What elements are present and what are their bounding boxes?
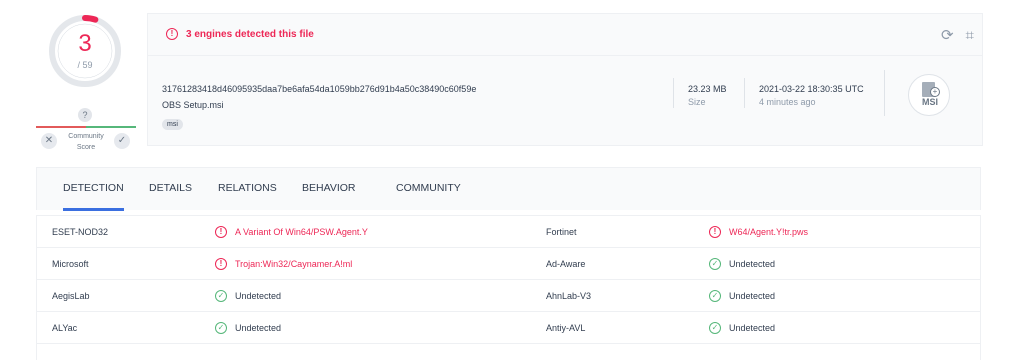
vote-harmless-button[interactable]: ✓ [114,133,130,149]
engine-name: Ad-Aware [546,259,586,269]
undetected-icon: ✓ [709,290,721,302]
engine-result: ✓ Undetected [709,312,775,344]
tab-detection[interactable]: DETECTION [63,168,124,211]
separator [884,70,885,116]
installer-badge-icon: + [930,87,940,97]
table-row: AegisLab ✓ Undetected AhnLab-V3 ✓ Undete… [37,280,980,312]
file-tag[interactable]: msi [162,119,183,130]
engine-name: ALYac [52,323,78,333]
table-row: ESET-NOD32 ! A Variant Of Win64/PSW.Agen… [37,216,980,248]
report-tabs: DETECTION DETAILS RELATIONS BEHAVIOR COM… [36,167,981,211]
file-size-label: Size [688,97,706,107]
graph-icon[interactable]: ⌗ [966,27,974,44]
detection-alert: ! 3 engines detected this file [166,28,314,40]
engine-result: ! Trojan:Win32/Caynamer.A!ml [215,248,352,280]
detections-table: ESET-NOD32 ! A Variant Of Win64/PSW.Agen… [36,215,981,360]
community-score-label: Community Score [68,133,104,151]
community-score-unknown-badge: ? [78,108,92,122]
summary-divider [148,55,982,56]
table-row: Microsoft ! Trojan:Win32/Caynamer.A!ml A… [37,248,980,280]
engine-name: Microsoft [52,259,89,269]
engine-name: ESET-NOD32 [52,227,109,237]
engine-result: ! W64/Agent.Y!tr.pws [709,216,808,248]
tab-relations[interactable]: RELATIONS [218,168,277,211]
community-score-bar [36,126,136,128]
detected-icon: ! [709,226,721,238]
engine-name: AegisLab [52,291,90,301]
vote-malicious-button[interactable]: ✕ [41,133,57,149]
engine-name: Fortinet [546,227,577,237]
summary-toolbar: ⟳ ⌗ [941,26,974,45]
detection-count: 3 [78,30,92,57]
engine-result: ✓ Undetected [709,280,775,312]
table-row: ALYac ✓ Undetected Antiy-AVL ✓ Undetecte… [37,312,980,344]
engine-total: / 59 [77,60,93,70]
undetected-icon: ✓ [709,322,721,334]
file-hash[interactable]: 31761283418d46095935daa7be6afa54da1059bb… [162,84,476,94]
undetected-icon: ✓ [215,290,227,302]
analysis-date: 2021-03-22 18:30:35 UTC [759,84,864,94]
file-summary-card: ! 3 engines detected this file ⟳ ⌗ 31761… [147,13,983,146]
table-row [37,344,980,360]
detection-score-widget: 3 / 59 ? ✕ Community Score ✓ [36,8,136,158]
engine-result: ✓ Undetected [215,312,281,344]
engine-result: ! A Variant Of Win64/PSW.Agent.Y [215,216,368,248]
alert-text: 3 engines detected this file [186,28,314,40]
analysis-date-relative: 4 minutes ago [759,97,816,107]
file-type-icon: + MSI [908,74,950,116]
engine-result: ✓ Undetected [215,280,281,312]
detected-icon: ! [215,226,227,238]
file-name: OBS Setup.msi [162,100,224,110]
undetected-icon: ✓ [709,258,721,270]
engine-result: ✓ Undetected [709,248,775,280]
separator [673,78,674,108]
file-type-label: MSI [921,97,938,107]
engine-name: Antiy-AVL [546,323,586,333]
separator [744,78,745,108]
tab-community[interactable]: COMMUNITY [396,168,461,211]
file-size-value: 23.23 MB [688,84,727,94]
tab-behavior[interactable]: BEHAVIOR [302,168,355,211]
undetected-icon: ✓ [215,322,227,334]
alert-icon: ! [166,28,178,40]
tab-details[interactable]: DETAILS [149,168,192,211]
reanalyze-icon[interactable]: ⟳ [941,26,954,44]
engine-name: AhnLab-V3 [546,291,592,301]
detected-icon: ! [215,258,227,270]
